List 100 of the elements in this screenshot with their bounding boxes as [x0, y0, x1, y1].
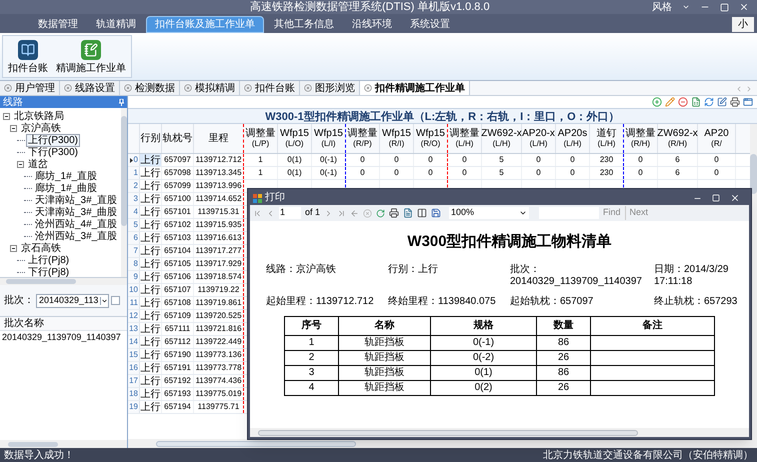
column-header[interactable]: Wfp15 (L/I): [312, 124, 346, 153]
tree-item[interactable]: 京石高铁: [19, 242, 63, 254]
row-header[interactable]: 17: [128, 375, 140, 387]
spreadsheet-icon[interactable]: [691, 97, 701, 107]
pencil-icon[interactable]: [665, 97, 675, 107]
tree-item[interactable]: 京沪高铁: [19, 122, 63, 134]
page-setup-icon[interactable]: [417, 208, 428, 218]
ribbon-button[interactable]: 精调施工作业单: [55, 40, 127, 74]
tree-item[interactable]: 天津南站_3#_直股: [33, 194, 120, 206]
horizontal-scrollbar[interactable]: [0, 278, 127, 285]
row-header[interactable]: 12: [128, 310, 140, 322]
close-icon[interactable]: [364, 84, 372, 92]
tree-item[interactable]: 天津南站_3#_曲股: [33, 206, 120, 218]
row-header[interactable]: 16: [128, 362, 140, 374]
column-header[interactable]: AP20-x (L/H): [522, 124, 556, 153]
window-icon[interactable]: [743, 97, 753, 107]
menu-tab[interactable]: 数据管理: [30, 16, 86, 33]
column-header[interactable]: Wfp15 (R/O): [414, 124, 448, 153]
column-header[interactable]: AP20 (R/: [698, 124, 736, 153]
refresh-icon[interactable]: [376, 208, 386, 218]
row-header[interactable]: 3: [128, 193, 140, 205]
collapse-icon[interactable]: [17, 160, 24, 168]
caret-icon[interactable]: [519, 209, 528, 217]
horizontal-scrollbar[interactable]: [0, 440, 127, 448]
column-header[interactable]: Wfp15 (R/I): [380, 124, 414, 153]
style-menu[interactable]: 风格: [652, 0, 672, 14]
menu-tab[interactable]: 系统设置: [402, 16, 458, 33]
pin-icon[interactable]: [119, 98, 124, 106]
tree-item[interactable]: 北京铁路局: [12, 110, 66, 122]
row-header[interactable]: 5: [128, 219, 140, 231]
column-header[interactable]: 行别: [140, 124, 162, 153]
horizontal-scrollbar[interactable]: [128, 439, 750, 448]
row-header[interactable]: 1: [128, 167, 140, 179]
row-header[interactable]: 0: [128, 154, 140, 166]
column-header[interactable]: 调整量 (R/H): [624, 124, 658, 153]
document-tab[interactable]: 模拟精调: [180, 81, 240, 95]
menu-tab[interactable]: 其他工务信息: [266, 16, 342, 33]
column-header[interactable]: 调整量 (L/P): [244, 124, 278, 153]
column-header[interactable]: 轨枕号: [162, 124, 194, 153]
document-tab[interactable]: 线路设置: [60, 81, 120, 95]
back-icon[interactable]: [350, 208, 360, 218]
tree-item[interactable]: 下行(Pj8): [26, 266, 72, 277]
column-header[interactable]: 调整量 (R/P): [346, 124, 380, 153]
column-header[interactable]: AP20s (L/H): [556, 124, 590, 153]
save-icon[interactable]: [431, 208, 442, 218]
row-header[interactable]: 14: [128, 336, 140, 348]
horizontal-scrollbar[interactable]: [250, 428, 749, 437]
column-header[interactable]: 道钉 (L/H): [590, 124, 624, 153]
row-header[interactable]: 13: [128, 323, 140, 335]
ribbon-button[interactable]: 扣件台账: [7, 40, 49, 74]
row-header[interactable]: 2: [128, 180, 140, 192]
tree-item[interactable]: 廊坊_1#_直股: [33, 170, 100, 182]
collapse-icon[interactable]: [3, 112, 10, 120]
tree-item[interactable]: 上行(P300): [26, 134, 80, 146]
batch-dropdown[interactable]: 20140329_113: [36, 294, 110, 308]
maximize-icon[interactable]: [720, 2, 729, 12]
checkbox[interactable]: [111, 296, 120, 305]
row-header[interactable]: 15: [128, 349, 140, 361]
row-header[interactable]: 8: [128, 258, 140, 270]
tree-item[interactable]: 下行(P300): [26, 146, 80, 158]
last-page-icon[interactable]: [337, 208, 346, 218]
tree-item[interactable]: 沧州西站_3#_直股: [33, 230, 120, 242]
scroll-right-icon[interactable]: [745, 85, 753, 93]
zoom-dropdown[interactable]: 100%: [449, 207, 530, 219]
size-button[interactable]: 小: [732, 17, 754, 32]
row-header[interactable]: 19: [128, 401, 140, 413]
column-header[interactable]: ZW692-x (L/H): [482, 124, 522, 153]
print-icon[interactable]: [389, 208, 400, 218]
collapse-icon[interactable]: [10, 124, 17, 132]
document-tab[interactable]: 图形浏览: [300, 81, 360, 95]
row-header[interactable]: 9: [128, 271, 140, 283]
row-header[interactable]: 4: [128, 206, 140, 218]
column-header[interactable]: ZW692-x (R/H): [658, 124, 698, 153]
print-icon[interactable]: [730, 97, 740, 107]
close-icon[interactable]: [739, 2, 749, 12]
document-tab[interactable]: 扣件台账: [240, 81, 300, 95]
first-page-icon[interactable]: [253, 208, 262, 218]
document-tab[interactable]: 检测数据: [120, 81, 180, 95]
vertical-scrollbar[interactable]: [121, 108, 127, 277]
column-header[interactable]: Wfp15 (L/O): [278, 124, 312, 153]
previous-page-icon[interactable]: [266, 208, 275, 218]
caret-icon[interactable]: [100, 296, 108, 304]
document-tab[interactable]: 扣件精调施工作业单: [360, 81, 470, 95]
row-header[interactable]: 11: [128, 297, 140, 309]
column-header[interactable]: 调整量 (L/H): [448, 124, 482, 153]
document-tab[interactable]: 用户管理: [0, 81, 60, 95]
column-header[interactable]: 里程: [194, 124, 244, 153]
row-header[interactable]: 10: [128, 284, 140, 296]
menu-tab[interactable]: 轨道精调: [88, 16, 144, 33]
row-header[interactable]: 6: [128, 232, 140, 244]
close-icon[interactable]: [730, 193, 740, 203]
tree-item[interactable]: 沧州西站_4#_直股: [33, 218, 120, 230]
maximize-icon[interactable]: [712, 194, 720, 202]
row-header[interactable]: 18: [128, 388, 140, 400]
add-icon[interactable]: [652, 97, 662, 107]
tree-item[interactable]: 道岔: [26, 158, 50, 170]
remove-icon[interactable]: [678, 97, 688, 107]
list-item[interactable]: 20140329_1139709_1140397: [0, 331, 127, 343]
page-layout-icon[interactable]: [403, 208, 414, 218]
tree-item[interactable]: 廊坊_1#_曲股: [33, 182, 100, 194]
